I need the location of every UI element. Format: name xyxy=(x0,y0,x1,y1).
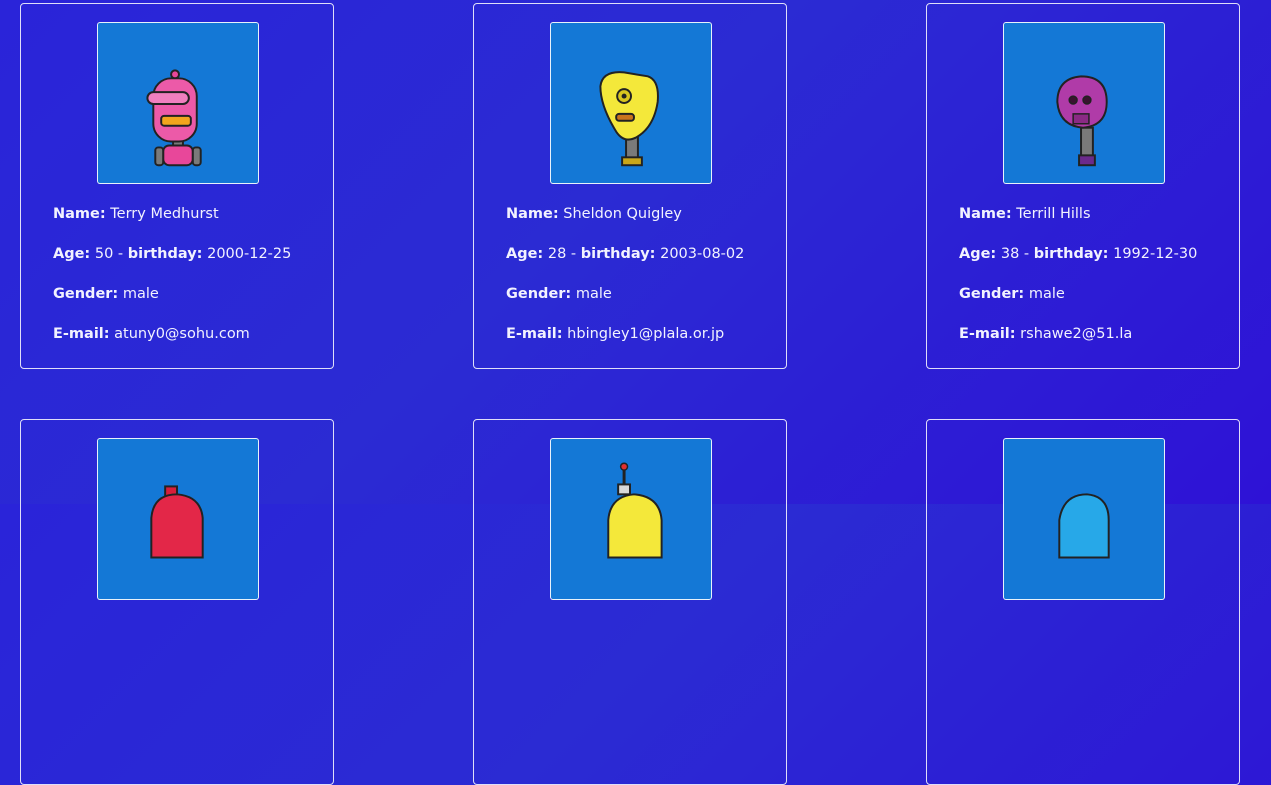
pink-robot-icon xyxy=(146,69,202,167)
gender-label: Gender: xyxy=(959,286,1025,302)
user-avatar xyxy=(550,438,712,600)
age-value: 50 xyxy=(94,246,114,262)
birthday-label: birthday: xyxy=(1033,246,1109,262)
age-value: 28 xyxy=(547,246,567,262)
email-label: E-mail: xyxy=(506,326,563,342)
age-label: Age: xyxy=(506,246,544,262)
separator: - xyxy=(566,246,581,262)
user-card: Name: Sheldon Quigley Age: 28 - birthday… xyxy=(473,3,787,369)
user-card: Name: Terry Medhurst Age: 50 - birthday:… xyxy=(20,3,334,369)
email-value: hbingley1@plala.or.jp xyxy=(567,326,725,342)
email-label: E-mail: xyxy=(53,326,110,342)
user-avatar xyxy=(550,22,712,184)
user-card xyxy=(926,419,1240,785)
gender-row: Gender: male xyxy=(959,284,1197,324)
red-robot-icon xyxy=(150,485,204,559)
user-avatar xyxy=(97,22,259,184)
name-label: Name: xyxy=(506,206,559,222)
user-avatar xyxy=(97,438,259,600)
birthday-value: 2003-08-02 xyxy=(660,246,745,262)
user-card: Name: Terrill Hills Age: 38 - birthday: … xyxy=(926,3,1240,369)
name-value: Terry Medhurst xyxy=(110,206,219,222)
name-label: Name: xyxy=(959,206,1012,222)
user-grid: Name: Terry Medhurst Age: 50 - birthday:… xyxy=(0,0,1271,785)
purple-robot-icon xyxy=(1056,75,1108,167)
name-row: Name: Terrill Hills xyxy=(959,204,1197,244)
user-info: Name: Terrill Hills Age: 38 - birthday: … xyxy=(959,204,1197,364)
user-card xyxy=(20,419,334,785)
gender-label: Gender: xyxy=(53,286,119,302)
gender-row: Gender: male xyxy=(53,284,291,324)
birthday-value: 1992-12-30 xyxy=(1113,246,1198,262)
separator: - xyxy=(113,246,128,262)
name-row: Name: Terry Medhurst xyxy=(53,204,291,244)
email-value: rshawe2@51.la xyxy=(1020,326,1133,342)
name-value: Sheldon Quigley xyxy=(563,206,682,222)
user-info: Name: Terry Medhurst Age: 50 - birthday:… xyxy=(53,204,291,364)
email-value: atuny0@sohu.com xyxy=(114,326,250,342)
age-label: Age: xyxy=(53,246,91,262)
name-row: Name: Sheldon Quigley xyxy=(506,204,744,244)
user-card xyxy=(473,419,787,785)
yellow-antenna-robot-icon xyxy=(607,462,663,559)
user-avatar xyxy=(1003,22,1165,184)
email-row: E-mail: rshawe2@51.la xyxy=(959,324,1197,364)
gender-value: male xyxy=(1028,286,1065,302)
email-label: E-mail: xyxy=(959,326,1016,342)
birthday-value: 2000-12-25 xyxy=(207,246,292,262)
gender-label: Gender: xyxy=(506,286,572,302)
gender-row: Gender: male xyxy=(506,284,744,324)
name-value: Terrill Hills xyxy=(1016,206,1091,222)
age-row: Age: 38 - birthday: 1992-12-30 xyxy=(959,244,1197,284)
birthday-label: birthday: xyxy=(580,246,656,262)
age-row: Age: 50 - birthday: 2000-12-25 xyxy=(53,244,291,284)
gender-value: male xyxy=(122,286,159,302)
age-row: Age: 28 - birthday: 2003-08-02 xyxy=(506,244,744,284)
email-row: E-mail: hbingley1@plala.or.jp xyxy=(506,324,744,364)
name-label: Name: xyxy=(53,206,106,222)
blue-robot-icon xyxy=(1058,493,1110,559)
age-label: Age: xyxy=(959,246,997,262)
user-avatar xyxy=(1003,438,1165,600)
separator: - xyxy=(1019,246,1034,262)
birthday-label: birthday: xyxy=(127,246,203,262)
yellow-robot-icon xyxy=(599,71,659,167)
email-row: E-mail: atuny0@sohu.com xyxy=(53,324,291,364)
user-info: Name: Sheldon Quigley Age: 28 - birthday… xyxy=(506,204,744,364)
age-value: 38 xyxy=(1000,246,1020,262)
gender-value: male xyxy=(575,286,612,302)
